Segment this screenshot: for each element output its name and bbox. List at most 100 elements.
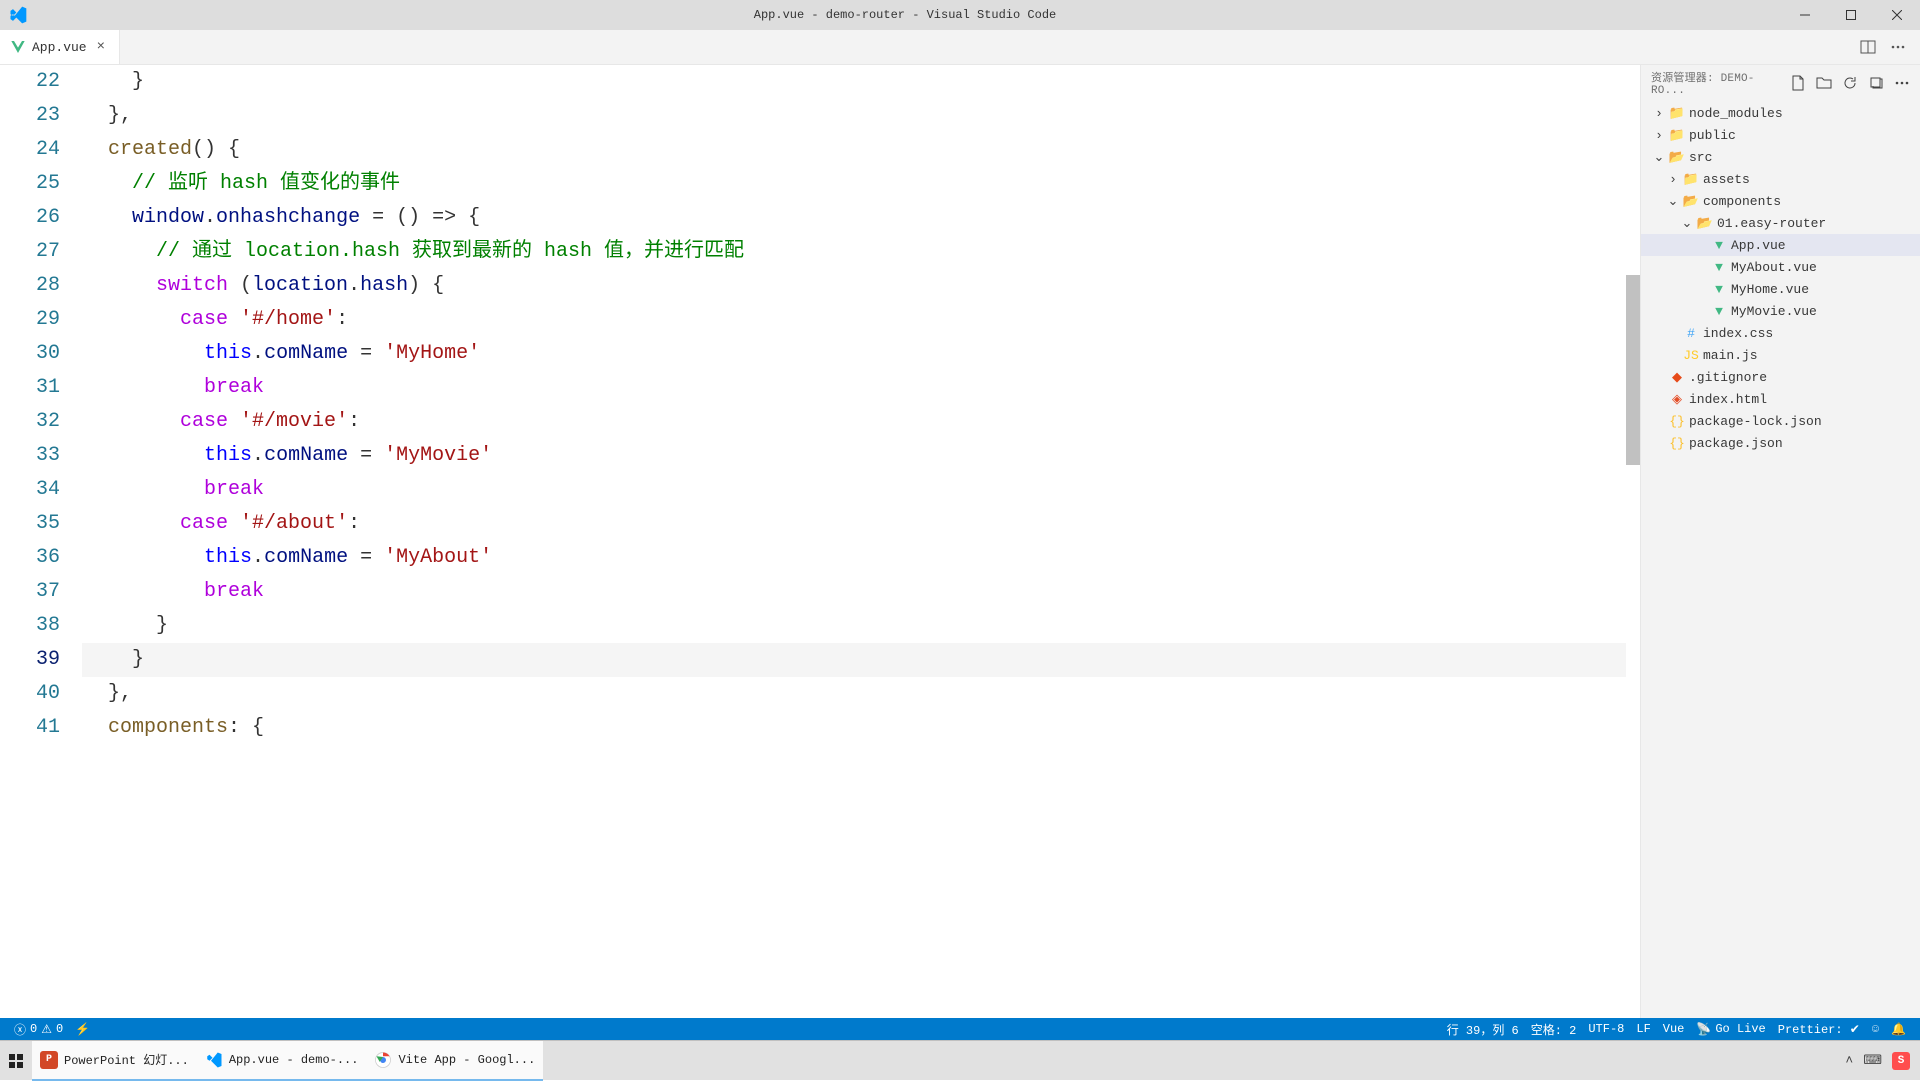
editor-tab[interactable]: App.vue × bbox=[0, 30, 120, 64]
status-eol[interactable]: LF bbox=[1630, 1022, 1656, 1036]
new-file-icon[interactable] bbox=[1790, 75, 1806, 91]
folder-open-icon: 📂 bbox=[1683, 193, 1699, 209]
tree-folder-easy-router[interactable]: ⌄ 📂 01.easy-router bbox=[1641, 212, 1920, 234]
status-language[interactable]: Vue bbox=[1657, 1022, 1691, 1036]
code-line[interactable]: this.comName = 'MyMovie' bbox=[82, 439, 1626, 473]
tree-label: App.vue bbox=[1731, 238, 1786, 253]
code-line[interactable]: // 监听 hash 值变化的事件 bbox=[82, 167, 1626, 201]
code-line[interactable]: case '#/about': bbox=[82, 507, 1626, 541]
code-line[interactable]: this.comName = 'MyHome' bbox=[82, 337, 1626, 371]
code-line[interactable]: // 通过 location.hash 获取到最新的 hash 值，并进行匹配 bbox=[82, 235, 1626, 269]
minimap-scrollbar[interactable] bbox=[1626, 65, 1640, 1018]
taskbar-app-powerpoint[interactable]: P PowerPoint 幻灯... bbox=[32, 1041, 197, 1081]
title-bar: App.vue - demo-router - Visual Studio Co… bbox=[0, 0, 1920, 30]
file-tree[interactable]: › 📁 node_modules › 📁 public ⌄ 📂 src › 📁 … bbox=[1641, 100, 1920, 1018]
status-cursor-position[interactable]: 行 39，列 6 bbox=[1441, 1021, 1525, 1038]
editor-actions bbox=[1846, 30, 1920, 64]
sidebar-more-icon[interactable] bbox=[1894, 75, 1910, 91]
chrome-icon bbox=[374, 1051, 392, 1069]
tree-label: MyAbout.vue bbox=[1731, 260, 1817, 275]
tab-close-button[interactable]: × bbox=[93, 39, 109, 55]
css-file-icon: # bbox=[1683, 325, 1699, 341]
taskbar-label: PowerPoint 幻灯... bbox=[64, 1051, 189, 1068]
code-line[interactable]: components: { bbox=[82, 711, 1626, 745]
more-actions-icon[interactable] bbox=[1890, 39, 1906, 55]
code-line[interactable]: case '#/movie': bbox=[82, 405, 1626, 439]
tree-file-mymovie[interactable]: ▼ MyMovie.vue bbox=[1641, 300, 1920, 322]
tree-folder-assets[interactable]: › 📁 assets bbox=[1641, 168, 1920, 190]
tree-file-package-lock[interactable]: {} package-lock.json bbox=[1641, 410, 1920, 432]
code-line[interactable]: }, bbox=[82, 677, 1626, 711]
maximize-button[interactable] bbox=[1828, 0, 1874, 30]
html-file-icon: ◈ bbox=[1669, 391, 1685, 407]
code-line[interactable]: break bbox=[82, 575, 1626, 609]
close-button[interactable] bbox=[1874, 0, 1920, 30]
code-editor[interactable]: 2223242526272829303132333435363738394041… bbox=[0, 65, 1640, 1018]
code-content[interactable]: } }, created() { // 监听 hash 值变化的事件 windo… bbox=[82, 65, 1626, 1018]
minimize-button[interactable] bbox=[1782, 0, 1828, 30]
tree-folder-src[interactable]: ⌄ 📂 src bbox=[1641, 146, 1920, 168]
broadcast-icon: 📡 bbox=[1696, 1022, 1711, 1037]
chevron-right-icon: › bbox=[1667, 172, 1679, 187]
tree-file-myhome[interactable]: ▼ MyHome.vue bbox=[1641, 278, 1920, 300]
status-problems[interactable]: ⓧ0 ⚠0 bbox=[8, 1021, 69, 1038]
tray-input-icon[interactable]: S bbox=[1892, 1052, 1910, 1070]
folder-icon: 📁 bbox=[1683, 171, 1699, 187]
status-port[interactable]: ⚡ bbox=[69, 1022, 96, 1037]
chevron-down-icon: ⌄ bbox=[1667, 194, 1679, 209]
tree-file-package-json[interactable]: {} package.json bbox=[1641, 432, 1920, 454]
code-line[interactable]: } bbox=[82, 643, 1626, 677]
status-go-live[interactable]: 📡Go Live bbox=[1690, 1022, 1771, 1037]
tray-ime-icon[interactable]: ⌨ bbox=[1863, 1053, 1882, 1068]
folder-icon: 📁 bbox=[1669, 127, 1685, 143]
taskbar-app-vscode[interactable]: App.vue - demo-... bbox=[197, 1041, 367, 1081]
tree-label: 01.easy-router bbox=[1717, 216, 1826, 231]
system-tray[interactable]: ˄ ⌨ S bbox=[1835, 1052, 1920, 1070]
code-line[interactable]: window.onhashchange = () => { bbox=[82, 201, 1626, 235]
tree-label: main.js bbox=[1703, 348, 1758, 363]
tree-folder-public[interactable]: › 📁 public bbox=[1641, 124, 1920, 146]
warning-icon: ⚠ bbox=[41, 1022, 52, 1037]
split-editor-icon[interactable] bbox=[1860, 39, 1876, 55]
tree-file-index-html[interactable]: ◈ index.html bbox=[1641, 388, 1920, 410]
status-prettier[interactable]: Prettier: ✔ bbox=[1772, 1022, 1866, 1037]
tree-label: public bbox=[1689, 128, 1736, 143]
tray-chevron-icon[interactable]: ˄ bbox=[1845, 1053, 1853, 1068]
status-indentation[interactable]: 空格: 2 bbox=[1525, 1021, 1583, 1038]
code-line[interactable]: switch (location.hash) { bbox=[82, 269, 1626, 303]
bell-icon: 🔔 bbox=[1891, 1022, 1906, 1037]
window-title: App.vue - demo-router - Visual Studio Co… bbox=[28, 8, 1782, 22]
json-file-icon: {} bbox=[1669, 413, 1685, 429]
status-notifications[interactable]: 🔔 bbox=[1885, 1022, 1912, 1037]
tree-folder-components[interactable]: ⌄ 📂 components bbox=[1641, 190, 1920, 212]
tree-label: components bbox=[1703, 194, 1781, 209]
tree-label: assets bbox=[1703, 172, 1750, 187]
code-line[interactable]: break bbox=[82, 473, 1626, 507]
tree-file-index-css[interactable]: # index.css bbox=[1641, 322, 1920, 344]
tree-file-myabout[interactable]: ▼ MyAbout.vue bbox=[1641, 256, 1920, 278]
tree-file-gitignore[interactable]: ◆ .gitignore bbox=[1641, 366, 1920, 388]
code-line[interactable]: } bbox=[82, 609, 1626, 643]
powerpoint-icon: P bbox=[40, 1051, 58, 1069]
refresh-icon[interactable] bbox=[1842, 75, 1858, 91]
collapse-all-icon[interactable] bbox=[1868, 75, 1884, 91]
code-line[interactable]: this.comName = 'MyAbout' bbox=[82, 541, 1626, 575]
code-line[interactable]: break bbox=[82, 371, 1626, 405]
code-line[interactable]: } bbox=[82, 65, 1626, 99]
tree-folder-node-modules[interactable]: › 📁 node_modules bbox=[1641, 102, 1920, 124]
start-button[interactable] bbox=[0, 1041, 32, 1081]
chevron-right-icon: › bbox=[1653, 106, 1665, 121]
taskbar-app-chrome[interactable]: Vite App - Googl... bbox=[366, 1041, 543, 1081]
code-line[interactable]: created() { bbox=[82, 133, 1626, 167]
tree-file-main-js[interactable]: JS main.js bbox=[1641, 344, 1920, 366]
new-folder-icon[interactable] bbox=[1816, 75, 1832, 91]
tree-label: MyMovie.vue bbox=[1731, 304, 1817, 319]
status-feedback[interactable]: ☺ bbox=[1866, 1022, 1885, 1036]
code-line[interactable]: case '#/home': bbox=[82, 303, 1626, 337]
status-bar: ⓧ0 ⚠0 ⚡ 行 39，列 6 空格: 2 UTF-8 LF Vue 📡Go … bbox=[0, 1018, 1920, 1040]
tree-file-app-vue[interactable]: ▼ App.vue bbox=[1641, 234, 1920, 256]
status-encoding[interactable]: UTF-8 bbox=[1582, 1022, 1630, 1036]
code-line[interactable]: }, bbox=[82, 99, 1626, 133]
vscode-logo-icon bbox=[0, 5, 28, 25]
tree-label: index.html bbox=[1689, 392, 1767, 407]
